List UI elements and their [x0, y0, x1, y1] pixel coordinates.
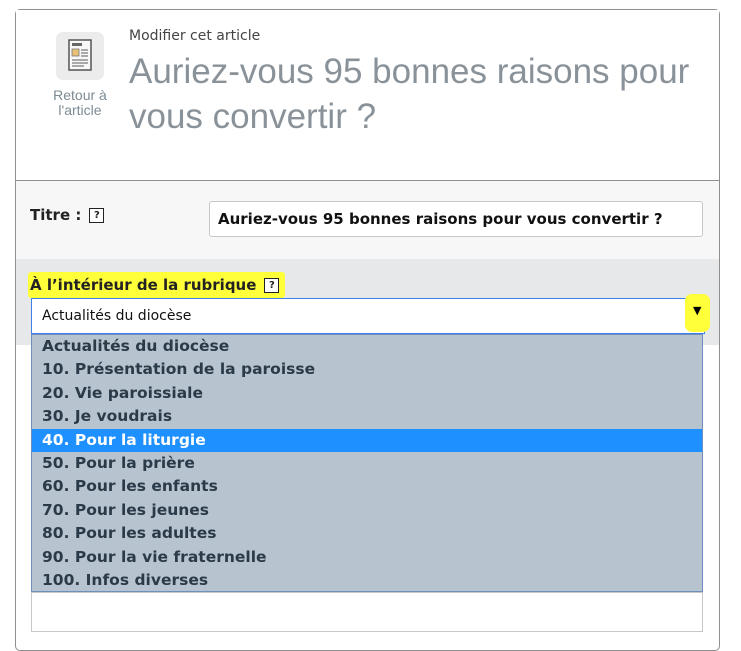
dropdown-option[interactable]: 80. Pour les adultes [32, 522, 702, 545]
rubrique-dropdown-list[interactable]: Actualités du diocèse 10. Présentation d… [31, 334, 703, 592]
dropdown-option[interactable]: 70. Pour les jeunes [32, 499, 702, 522]
dropdown-option-highlighted[interactable]: 40. Pour la liturgie [32, 428, 702, 452]
back-link-label-line1: Retour à [53, 87, 107, 103]
dropdown-option[interactable]: 30. Je voudrais [32, 405, 702, 428]
next-field-input[interactable] [31, 592, 703, 632]
rubrique-field-row: À l’intérieur de la rubrique? Actualités… [16, 259, 719, 345]
dropdown-option[interactable]: 50. Pour la prière [32, 452, 702, 475]
dropdown-option[interactable]: Actualités du diocèse [32, 335, 702, 358]
dropdown-option[interactable]: 100. Infos diverses [32, 569, 702, 592]
help-icon[interactable]: ? [264, 278, 280, 293]
back-link-label: Retour à l'article [42, 88, 118, 118]
title-field-row: Titre :? Auriez-vous 95 bonnes raisons p… [16, 181, 719, 259]
title-input[interactable]: Auriez-vous 95 bonnes raisons pour vous … [209, 201, 703, 237]
back-to-article-link[interactable]: Retour à l'article [42, 32, 118, 132]
dropdown-arrow-button[interactable]: ▼ [685, 294, 710, 332]
dropdown-option[interactable]: 60. Pour les enfants [32, 475, 702, 498]
article-header: Retour à l'article Modifier cet article … [16, 10, 719, 181]
page-title: Auriez-vous 95 bonnes raisons pour vous … [129, 52, 690, 136]
rubrique-selected-value: Actualités du diocèse [42, 308, 192, 324]
help-icon[interactable]: ? [89, 208, 105, 223]
rubrique-select[interactable]: Actualités du diocèse ▼ [31, 294, 710, 334]
article-icon [56, 32, 104, 80]
rubrique-label-text: À l’intérieur de la rubrique [30, 276, 257, 294]
title-field-label: Titre :? [30, 206, 105, 224]
dropdown-option[interactable]: 90. Pour la vie fraternelle [32, 546, 702, 569]
back-link-label-line2: l'article [58, 102, 102, 118]
rubrique-field-label: À l’intérieur de la rubrique? [28, 272, 286, 298]
chevron-down-icon: ▼ [693, 304, 702, 317]
dropdown-option[interactable]: 20. Vie paroissiale [32, 382, 702, 405]
page-subtitle: Modifier cet article [129, 28, 261, 44]
dropdown-option[interactable]: 10. Présentation de la paroisse [32, 358, 702, 381]
title-label-text: Titre : [30, 206, 82, 224]
